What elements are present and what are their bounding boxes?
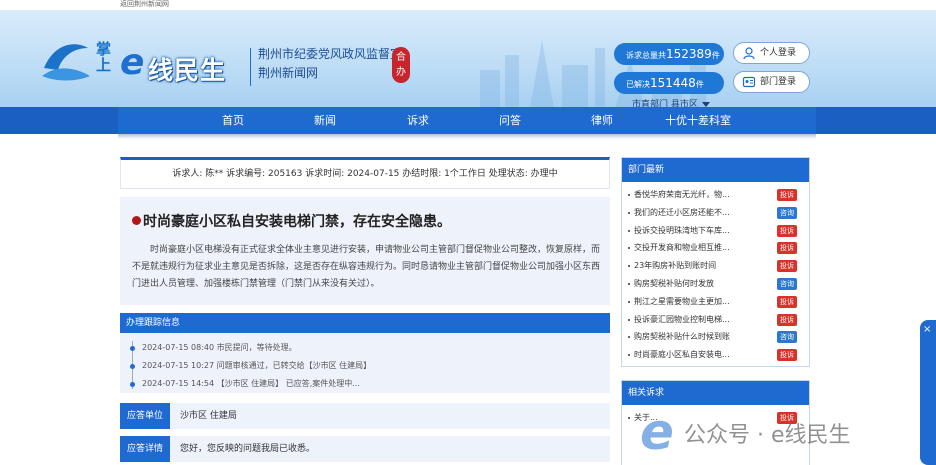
latest-panel: 部门最新 香悦华府荣南无光纤，物... 投诉 我们的还迁小区房还能不... 咨询 投诉交…	[621, 157, 810, 367]
case-info-bar: 诉求人: 陈** 诉求编号: 205163 诉求时间: 2024-07-15 办…	[120, 157, 610, 189]
category-tag: 投诉	[777, 349, 797, 362]
timeline-item: 2024-07-15 10:27 问题审核通过，已转交给【沙市区 住建局】	[129, 361, 372, 370]
category-tag: 投诉	[777, 189, 797, 201]
list-item-text[interactable]: 23年购房补贴到账时间	[634, 261, 716, 270]
org-line-2: 荆州新闻网	[258, 66, 319, 80]
list-item[interactable]: 时尚豪庭小区私自安装电... 投诉	[622, 346, 809, 364]
nav-shadow	[118, 134, 816, 139]
department-login-button[interactable]: 部门登录	[733, 71, 810, 93]
category-tag: 投诉	[777, 242, 797, 255]
list-item-text[interactable]: 投诉交投明珠湾地下车库...	[634, 226, 730, 235]
category-tag: 咨询	[777, 277, 797, 290]
nav-qa[interactable]: 问答	[475, 107, 545, 134]
header-divider	[250, 48, 251, 86]
list-item-text[interactable]: 购房契税补贴何时发放	[634, 279, 714, 288]
list-item[interactable]: 我们的还迁小区房还能不... 咨询	[622, 204, 809, 222]
watermark-text: 公众号 · e线民生	[684, 423, 851, 448]
response-detail-row: 应答详情 您好，您反映的问题我局已收悉。	[120, 436, 610, 462]
tracking-header: 办理跟踪信息	[120, 313, 610, 333]
main-nav: 首页 新闻 诉求 问答 律师 十优十差科室	[0, 107, 936, 134]
user-icon	[743, 47, 755, 60]
nav-ranking[interactable]: 十优十差科室	[648, 107, 748, 134]
timeline-item: 2024-07-15 14:54 【沙市区 住建局】 已应答,案件处理中...	[130, 379, 360, 388]
list-item[interactable]: 23年购房补贴到账时间 投诉	[622, 257, 809, 275]
list-item-text[interactable]: 香悦华府荣南无光纤，物...	[634, 190, 730, 199]
list-item-text[interactable]: 时尚豪庭小区私自安装电...	[634, 350, 730, 359]
top-strip: 返回荆州新闻网	[0, 0, 936, 10]
org-line-1: 荆州市纪委党风政风监督室	[258, 47, 403, 61]
total-requests-stat: 诉求总量共152389件	[614, 43, 724, 65]
response-detail-label: 应答详情	[120, 436, 170, 462]
list-item[interactable]: 香悦华府荣南无光纤，物... 投诉	[622, 186, 809, 204]
list-item[interactable]: 荆江之星需要物业主更加... 投诉	[622, 293, 809, 311]
nav-lawyer[interactable]: 律师	[567, 107, 637, 134]
list-item[interactable]: 购房契税补贴什么时候到账 咨询	[622, 328, 809, 346]
list-item[interactable]: 投诉交投明珠湾地下车库... 投诉	[622, 222, 809, 240]
back-link[interactable]: 返回荆州新闻网	[120, 0, 169, 9]
response-detail-value: 您好，您反映的问题我局已收悉。	[180, 444, 316, 454]
case-detail: 时尚豪庭小区私自安装电梯门禁，存在安全隐患。 时尚豪庭小区电梯没有正式征求全体业…	[120, 197, 610, 305]
floating-sidebar[interactable]: ×	[920, 320, 936, 465]
latest-panel-title: 部门最新	[622, 158, 809, 182]
category-tag: 投诉	[777, 260, 797, 273]
category-tag: 投诉	[777, 224, 797, 237]
list-item-text[interactable]: 交投开发商和物业相互推...	[634, 243, 730, 252]
co-host-badge: 合办	[392, 47, 410, 83]
category-tag: 咨询	[777, 206, 797, 219]
watermark-logo: e	[640, 403, 674, 461]
nav-inner: 首页 新闻 诉求 问答 律师 十优十差科室	[118, 107, 816, 134]
tracking-timeline: 2024-07-15 08:40 市民提问，等待处理。 2024-07-15 1…	[120, 333, 610, 393]
nav-home[interactable]: 首页	[198, 107, 268, 134]
id-card-icon	[742, 76, 756, 88]
personal-login-button[interactable]: 个人登录	[733, 42, 810, 64]
site-header: 掌上 e 线民生 荆州市纪委党风政风监督室 荆州新闻网 合办 诉求总量共1523…	[0, 10, 936, 108]
timeline-item: 2024-07-15 08:40 市民提问，等待处理。	[130, 343, 297, 352]
category-tag: 投诉	[777, 313, 797, 326]
watermark: e 公众号 · e线民生	[640, 403, 910, 465]
nav-news[interactable]: 新闻	[290, 107, 360, 134]
list-item[interactable]: 交投开发商和物业相互推... 投诉	[622, 239, 809, 257]
nav-requests[interactable]: 诉求	[383, 107, 453, 134]
case-body: 时尚豪庭小区电梯没有正式征求全体业主意见进行安装，申请物业公司主管部门督促物业公…	[132, 245, 601, 289]
case-title: 时尚豪庭小区私自安装电梯门禁，存在安全隐患。	[132, 211, 451, 231]
latest-list: 香悦华府荣南无光纤，物... 投诉 我们的还迁小区房还能不... 咨询 投诉交投明珠湾地…	[622, 182, 809, 364]
category-tag: 咨询	[777, 331, 797, 344]
resolved-stat: 已解决151448件	[614, 72, 724, 94]
bullet-dot-icon	[132, 216, 141, 225]
related-panel-title: 相关诉求	[622, 381, 809, 405]
list-item[interactable]: 购房契税补贴何时发放 咨询	[622, 275, 809, 293]
response-unit-row: 应答单位 沙市区 住建局	[120, 403, 610, 429]
site-logo[interactable]: e 线民生	[120, 42, 248, 85]
close-icon[interactable]: ×	[923, 324, 931, 335]
logo-text: 线民生	[148, 56, 227, 85]
list-item-text[interactable]: 购房契税补贴什么时候到账	[634, 332, 730, 341]
list-item-text[interactable]: 荆江之星需要物业主更加...	[634, 297, 730, 306]
list-item[interactable]: 投诉豪汇园物业控制电梯... 投诉	[622, 311, 809, 329]
category-tag: 投诉	[777, 295, 797, 308]
response-unit-label: 应答单位	[120, 403, 170, 429]
logo-wave-icon	[42, 44, 90, 81]
logo-cloud-text: 掌上	[96, 40, 112, 74]
list-item-text[interactable]: 投诉豪汇园物业控制电梯...	[634, 315, 730, 324]
response-unit-value: 沙市区 住建局	[180, 411, 237, 421]
list-item-text[interactable]: 我们的还迁小区房还能不...	[634, 208, 730, 217]
logo-e: e	[120, 42, 145, 83]
